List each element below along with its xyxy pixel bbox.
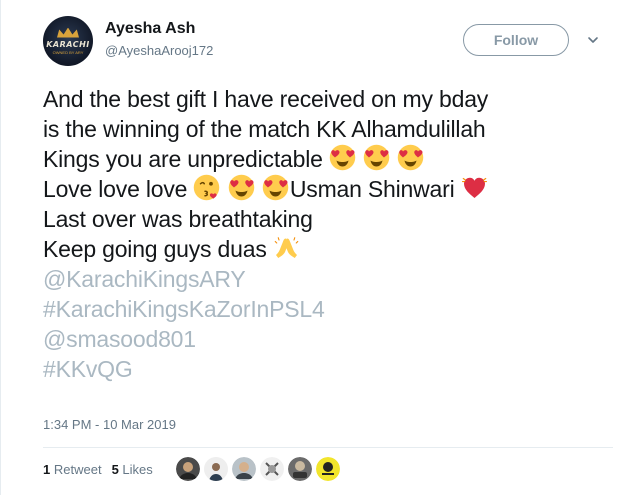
liker-avatar[interactable] <box>204 457 228 481</box>
heart-eyes-emoji-icon <box>228 174 254 201</box>
heart-eyes-emoji-icon <box>329 144 356 171</box>
liker-avatar[interactable] <box>176 457 200 481</box>
crown-icon <box>57 27 79 38</box>
tweet-card: KARACHI OWNED BY ARY Ayesha Ash @AyeshaA… <box>0 0 637 495</box>
retweet-count: 1 <box>43 462 51 477</box>
like-label: Likes <box>122 462 153 477</box>
divider <box>43 447 613 448</box>
tweet-line-text: Love love love <box>43 176 188 202</box>
tweet-stats: 1 Retweet 5 Likes <box>43 462 153 477</box>
follow-button[interactable]: Follow <box>463 24 569 56</box>
tweet-line: Last over was breathtaking <box>43 204 623 234</box>
tweet-line-text: is the winning of the match KK Alhamduli… <box>43 116 486 142</box>
avatar-team-text: KARACHI <box>46 39 90 49</box>
beating-heart-emoji-icon <box>461 177 487 198</box>
tweet-line: And the best gift I have received on my … <box>43 84 623 114</box>
heart-eyes-emoji-icon <box>262 174 289 201</box>
avatar-owner-text: OWNED BY ARY <box>52 49 84 55</box>
folded-hands-emoji-icon <box>274 237 299 258</box>
tweet-line-text: Kings you are unpredictable <box>43 146 323 172</box>
like-count: 5 <box>111 462 119 477</box>
liker-avatar[interactable] <box>288 457 312 481</box>
tweet-line: Love love love Usman Shinwari <box>43 174 623 204</box>
mention-link[interactable]: @smasood801 <box>43 324 623 354</box>
author-name[interactable]: Ayesha Ash <box>105 20 195 38</box>
tweet-text: And the best gift I have received on my … <box>43 84 623 384</box>
liker-avatar[interactable] <box>232 457 256 481</box>
tweet-line: Kings you are unpredictable <box>43 144 623 174</box>
hashtag-link[interactable]: #KKvQG <box>43 354 623 384</box>
mention-link[interactable]: @KarachiKingsARY <box>43 264 623 294</box>
retweet-stat[interactable]: 1 Retweet <box>43 462 102 477</box>
heart-eyes-emoji-icon <box>363 144 390 171</box>
tweet-line-text: Usman Shinwari <box>289 176 455 202</box>
chevron-down-icon[interactable] <box>587 34 599 46</box>
liker-avatar[interactable] <box>260 457 284 481</box>
kissing-heart-emoji-icon <box>194 174 220 201</box>
like-stat[interactable]: 5 Likes <box>112 462 153 477</box>
heart-eyes-emoji-icon <box>398 144 424 171</box>
liker-avatar[interactable] <box>316 457 340 481</box>
hashtag-link[interactable]: #KarachiKingsKaZorInPSL4 <box>43 294 623 324</box>
avatar[interactable]: KARACHI OWNED BY ARY <box>43 16 93 66</box>
liker-avatars <box>176 457 340 481</box>
tweet-line: Keep going guys duas <box>43 234 623 264</box>
retweet-label: Retweet <box>53 462 102 477</box>
tweet-line-text: Keep going guys duas <box>43 236 267 262</box>
tweet-line-text: And the best gift I have received on my … <box>43 86 489 112</box>
tweet-line: is the winning of the match KK Alhamduli… <box>43 114 623 144</box>
tweet-line-text: Last over was breathtaking <box>43 206 313 232</box>
author-handle[interactable]: @AyeshaArooj172 <box>105 43 213 58</box>
tweet-timestamp[interactable]: 1:34 PM - 10 Mar 2019 <box>43 417 176 432</box>
